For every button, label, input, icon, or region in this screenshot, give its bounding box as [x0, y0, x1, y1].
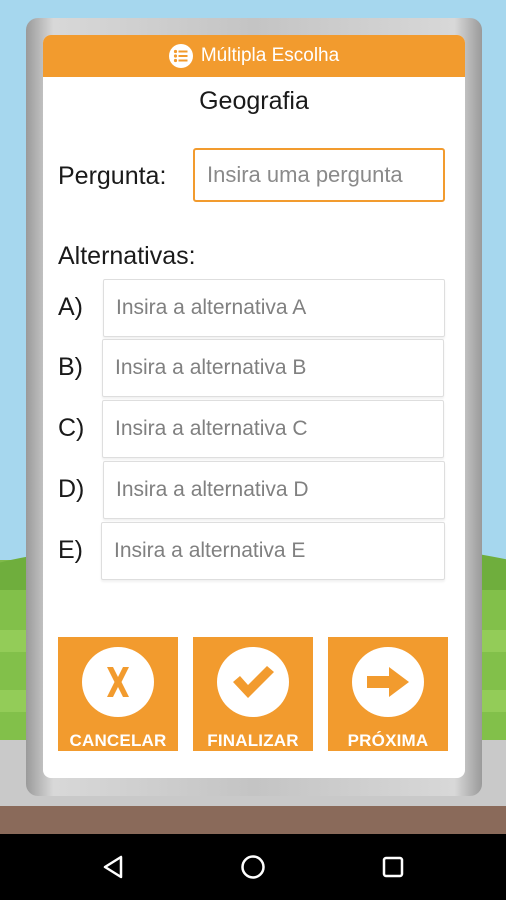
question-input[interactable]: Insira uma pergunta [193, 148, 445, 202]
alternative-letter-a: A) [58, 293, 83, 321]
alternative-placeholder-b: Insira a alternativa B [115, 356, 307, 379]
alternative-letter-e: E) [58, 536, 83, 564]
alternative-input-d[interactable]: Insira a alternativa D [103, 461, 445, 519]
recents-square-icon[interactable] [363, 834, 423, 900]
checkmark-icon [217, 647, 289, 717]
alternative-placeholder-e: Insira a alternativa E [114, 539, 306, 562]
alternative-placeholder-a: Insira a alternativa A [116, 296, 307, 319]
card-header: Múltipla Escolha [43, 35, 465, 77]
next-label: PRÓXIMA [347, 731, 429, 750]
finish-button[interactable]: FINALIZAR [193, 637, 313, 751]
alternative-letter-d: D) [58, 475, 85, 503]
alternative-placeholder-c: Insira a alternativa C [115, 417, 308, 440]
next-button[interactable]: PRÓXIMA [328, 637, 448, 751]
arrow-right-icon [352, 647, 424, 717]
question-placeholder: Insira uma pergunta [207, 162, 403, 187]
back-triangle-icon[interactable] [84, 834, 144, 900]
alternative-letter-b: B) [58, 353, 83, 381]
alternative-placeholder-d: Insira a alternativa D [116, 478, 309, 501]
question-label: Pergunta: [58, 162, 167, 190]
subject-title: Geografia [199, 87, 309, 115]
navigation-bar [0, 834, 506, 900]
header-title: Múltipla Escolha [200, 45, 340, 66]
home-circle-icon[interactable] [223, 834, 283, 900]
x-icon [82, 647, 154, 717]
alternatives-label: Alternativas: [58, 242, 196, 270]
alternative-input-b[interactable]: Insira a alternativa B [102, 339, 444, 397]
cancel-button[interactable]: CANCELAR [58, 637, 178, 751]
question-card: Múltipla Escolha Geografia Pergunta: Ins… [43, 35, 465, 778]
alternative-input-a[interactable]: Insira a alternativa A [103, 279, 445, 337]
cancel-label: CANCELAR [69, 731, 167, 750]
list-icon [168, 44, 193, 68]
app-screen: Múltipla Escolha Geografia Pergunta: Ins… [0, 0, 506, 900]
ground-background [0, 806, 506, 834]
alternative-letter-c: C) [58, 414, 85, 442]
alternative-input-c[interactable]: Insira a alternativa C [102, 400, 444, 458]
finish-label: FINALIZAR [207, 731, 299, 750]
alternative-input-e[interactable]: Insira a alternativa E [101, 522, 445, 580]
